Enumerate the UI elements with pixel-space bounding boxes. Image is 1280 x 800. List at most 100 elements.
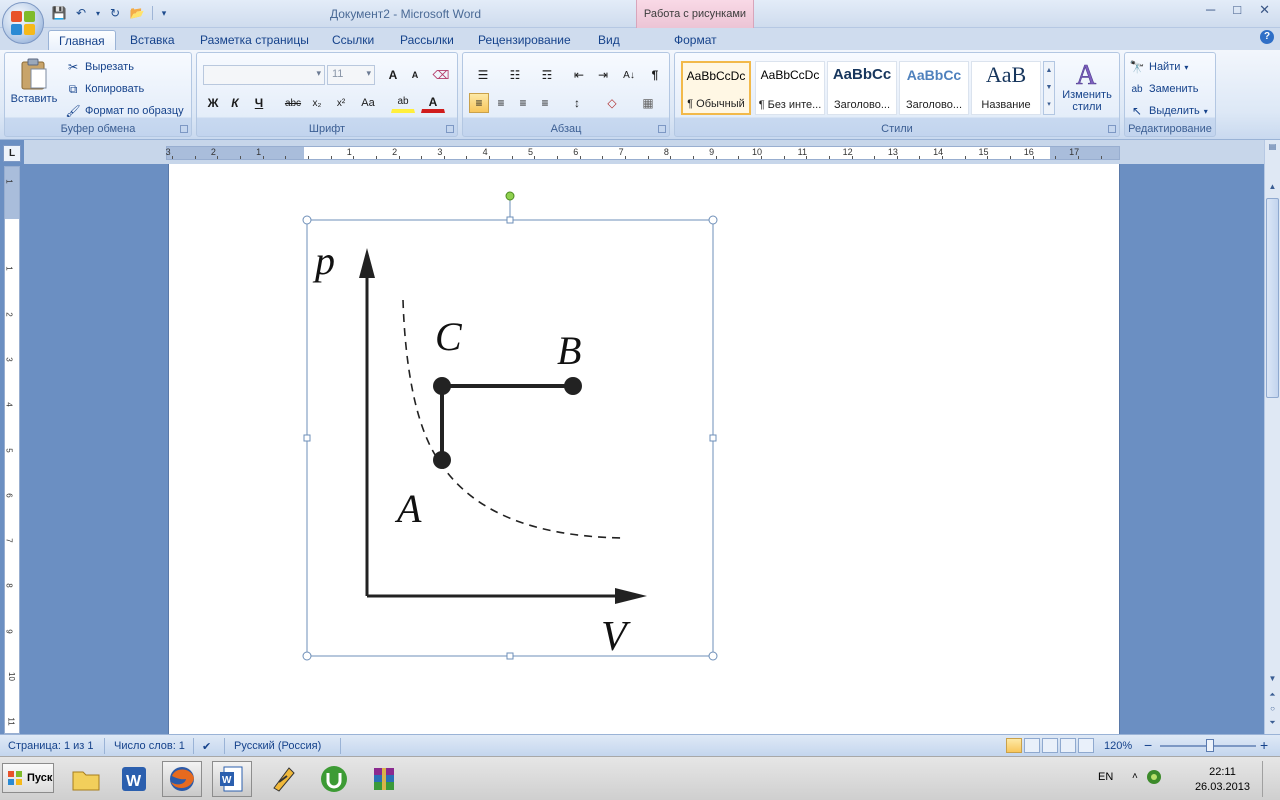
taskbar-utorrent[interactable] — [314, 761, 354, 797]
resize-handle-bottom-left[interactable] — [302, 651, 312, 661]
document-page[interactable]: p V C B A — [168, 164, 1120, 734]
tab-home[interactable]: Главная — [48, 30, 116, 50]
office-button[interactable] — [2, 2, 44, 44]
style-normal[interactable]: AaBbCcDc ¶ Обычный — [681, 61, 751, 115]
taskbar-word-document[interactable]: W — [212, 761, 252, 797]
styles-scroll[interactable]: ▲ ▼ ▾ — [1043, 61, 1055, 115]
style-title[interactable]: AaB Название — [971, 61, 1041, 115]
select-button[interactable]: ↖ Выделить ▾ — [1129, 103, 1208, 119]
language-indicator[interactable]: Русский (Россия) — [234, 740, 321, 752]
change-styles-button[interactable]: A Изменить стили — [1059, 57, 1115, 113]
align-center-button[interactable]: ≡ — [491, 93, 511, 113]
style-no-spacing[interactable]: AaBbCcDc ¶ Без инте... — [755, 61, 825, 115]
undo-icon[interactable]: ↶ — [72, 4, 90, 22]
grow-font-button[interactable]: A — [383, 65, 403, 85]
web-layout-view-icon[interactable] — [1042, 738, 1058, 753]
tab-review[interactable]: Рецензирование — [468, 30, 581, 50]
taskbar-word[interactable]: W — [114, 761, 154, 797]
cut-button[interactable]: ✂ Вырезать — [65, 59, 134, 75]
previous-page-icon[interactable]: ⏶ — [1265, 690, 1280, 704]
draft-view-icon[interactable] — [1078, 738, 1094, 753]
styles-launcher-icon[interactable] — [1108, 125, 1116, 133]
justify-button[interactable]: ≡ — [535, 93, 555, 113]
paragraph-launcher-icon[interactable] — [658, 125, 666, 133]
customize-qat-icon[interactable]: ▾ — [159, 4, 169, 22]
tab-selector[interactable]: L — [3, 145, 21, 162]
pv-diagram-figure[interactable]: p V C B A — [169, 164, 1121, 734]
strikethrough-button[interactable]: abc — [283, 93, 303, 113]
horizontal-ruler[interactable]: 3 2 1 1 2 3 4 5 6 7 8 9 10 11 12 13 14 15 16 17 — [166, 146, 1120, 160]
italic-button[interactable]: К — [225, 93, 245, 113]
font-launcher-icon[interactable] — [446, 125, 454, 133]
scroll-up-icon[interactable]: ▲ — [1265, 182, 1280, 196]
resize-handle-top-right[interactable] — [708, 215, 718, 225]
show-hidden-icons-icon[interactable]: ˄ — [1132, 771, 1138, 782]
taskbar-winamp[interactable] — [264, 761, 304, 797]
tab-page-layout[interactable]: Разметка страницы — [190, 30, 319, 50]
show-desktop-button[interactable] — [1262, 761, 1278, 797]
page-counter[interactable]: Страница: 1 из 1 — [8, 740, 94, 752]
change-case-button[interactable]: Aa — [355, 93, 381, 113]
font-size-combo[interactable]: 11 — [327, 65, 375, 85]
style-heading-2[interactable]: AaBbCc Заголово... — [899, 61, 969, 115]
numbering-button[interactable]: ☷ — [501, 65, 529, 85]
font-name-combo[interactable] — [203, 65, 325, 85]
clear-formatting-button[interactable]: ⌫ — [431, 65, 451, 85]
undo-dropdown-icon[interactable]: ▾ — [94, 4, 102, 22]
resize-handle-bottom[interactable] — [506, 652, 514, 660]
help-icon[interactable]: ? — [1260, 30, 1274, 44]
decrease-indent-button[interactable]: ⇤ — [569, 65, 589, 85]
replace-button[interactable]: ab Заменить — [1129, 81, 1198, 97]
rotation-handle[interactable] — [505, 191, 515, 201]
start-button[interactable]: Пуск — [2, 763, 54, 793]
increase-indent-button[interactable]: ⇥ — [593, 65, 613, 85]
taskbar-firefox[interactable] — [162, 761, 202, 797]
align-right-button[interactable]: ≡ — [513, 93, 533, 113]
spelling-check-icon[interactable]: ✔ — [202, 740, 211, 753]
resize-handle-top[interactable] — [506, 216, 514, 224]
style-heading-1[interactable]: AaBbCc Заголово... — [827, 61, 897, 115]
outline-view-icon[interactable] — [1060, 738, 1076, 753]
tab-insert[interactable]: Вставка — [120, 30, 185, 50]
underline-button[interactable]: Ч — [249, 93, 269, 113]
vertical-scrollbar[interactable]: ▤ ▲ ▼ ⏶ ○ ⏷ — [1264, 140, 1280, 734]
paste-button[interactable]: Вставить — [9, 57, 59, 105]
zoom-out-button[interactable]: − — [1144, 737, 1152, 753]
format-painter-button[interactable]: 🖌 Формат по образцу — [65, 103, 183, 119]
scroll-down-icon[interactable]: ▼ — [1265, 674, 1280, 688]
tab-mailings[interactable]: Рассылки — [390, 30, 464, 50]
multilevel-list-button[interactable]: ☶ — [533, 65, 561, 85]
resize-handle-left[interactable] — [303, 434, 311, 442]
print-layout-view-icon[interactable] — [1006, 738, 1022, 753]
vertical-ruler[interactable]: 1 1 2 3 4 5 6 7 8 9 10 11 — [4, 166, 20, 734]
resize-handle-top-left[interactable] — [302, 215, 312, 225]
find-button[interactable]: 🔭 Найти ▾ — [1129, 59, 1189, 75]
zoom-level[interactable]: 120% — [1104, 740, 1132, 752]
redo-icon[interactable]: ↻ — [106, 4, 124, 22]
clipboard-launcher-icon[interactable] — [180, 125, 188, 133]
zoom-in-button[interactable]: + — [1260, 737, 1268, 753]
ruler-toggle-icon[interactable]: ▤ — [1265, 142, 1280, 156]
bold-button[interactable]: Ж — [203, 93, 223, 113]
shrink-font-button[interactable]: A — [405, 65, 425, 85]
minimize-button[interactable]: ─ — [1206, 2, 1215, 18]
word-count[interactable]: Число слов: 1 — [114, 740, 185, 752]
close-button[interactable]: ✕ — [1259, 2, 1270, 18]
maximize-button[interactable]: □ — [1233, 2, 1241, 18]
browse-object-icon[interactable]: ○ — [1265, 704, 1280, 718]
full-screen-reading-view-icon[interactable] — [1024, 738, 1040, 753]
font-color-button[interactable]: A — [421, 93, 445, 113]
bullets-button[interactable]: ☰ — [469, 65, 497, 85]
scroll-thumb[interactable] — [1266, 198, 1279, 398]
show-formatting-button[interactable]: ¶ — [645, 65, 665, 85]
open-icon[interactable]: 📂 — [128, 4, 146, 22]
save-icon[interactable]: 💾 — [50, 4, 68, 22]
align-left-button[interactable]: ≡ — [469, 93, 489, 113]
language-switch[interactable]: EN — [1098, 771, 1113, 783]
resize-handle-bottom-right[interactable] — [708, 651, 718, 661]
tab-format[interactable]: Формат — [664, 30, 727, 50]
shading-button[interactable]: ◇ — [597, 93, 627, 113]
highlight-button[interactable]: ab — [391, 93, 415, 113]
next-page-icon[interactable]: ⏷ — [1265, 718, 1280, 732]
zoom-slider-knob[interactable] — [1206, 739, 1214, 752]
